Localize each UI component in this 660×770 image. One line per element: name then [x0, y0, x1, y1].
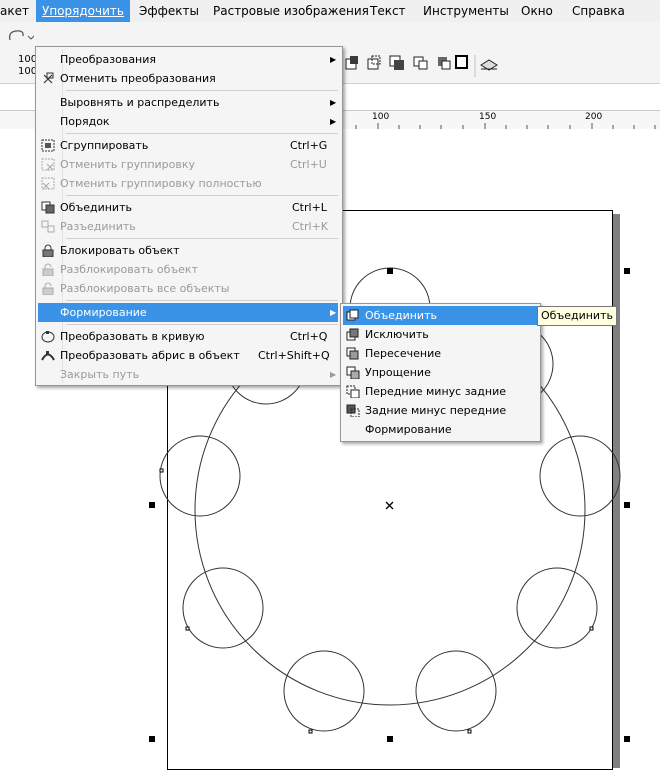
menu-item-label: Пересечение: [365, 347, 441, 360]
menu-item-label: Передние минус задние: [365, 385, 506, 398]
menu-item-align-distribute[interactable]: Выровнять и распределить ▶: [38, 93, 338, 112]
submenu-arrow-icon: ▶: [330, 370, 337, 379]
menu-item-shortcut: Ctrl+Q: [290, 330, 328, 343]
submenu-item-weld[interactable]: Объединить: [343, 306, 538, 325]
back-minus-front-icon: [346, 404, 360, 417]
menu-separator: [66, 300, 338, 301]
menu-item-label: Выровнять и распределить: [60, 96, 220, 109]
menu-item-label: Объединить: [60, 201, 132, 214]
menu-item-label: Отменить группировку полностью: [60, 177, 262, 190]
menu-item-ungroup-all[interactable]: Отменить группировку полностью: [38, 174, 338, 193]
menu-item-shortcut: Ctrl+G: [290, 139, 328, 152]
arrange-menu: Преобразования ▶ Отменить преобразования…: [35, 46, 343, 386]
submenu-arrow-icon: ▶: [330, 117, 337, 126]
menu-item-label: Отменить преобразования: [60, 72, 216, 85]
small-circle[interactable]: [182, 567, 264, 649]
menu-item-convert-to-curves[interactable]: Преобразовать в кривую Ctrl+Q: [38, 327, 338, 346]
menu-item-label: Разблокировать объект: [60, 263, 198, 276]
menu-item-label: Преобразовать в кривую: [60, 330, 205, 343]
menu-separator: [66, 133, 338, 134]
menu-item-break-apart[interactable]: Разъединить Ctrl+K: [38, 217, 338, 236]
menu-separator: [66, 90, 338, 91]
intersect-icon: [346, 347, 359, 360]
menu-item-outline-to-object[interactable]: Преобразовать абрис в объект Ctrl+Shift+…: [38, 346, 338, 365]
menu-item-label: Исключить: [365, 328, 429, 341]
submenu-arrow-icon: ▶: [330, 308, 337, 317]
small-circle[interactable]: [415, 650, 497, 732]
menu-item-label: Сгруппировать: [60, 139, 149, 152]
outline-to-object-icon: [41, 351, 55, 361]
menu-item-transformations[interactable]: Преобразования ▶: [38, 50, 338, 69]
small-circle[interactable]: [539, 435, 621, 517]
combine-icon: [41, 201, 55, 214]
menu-separator: [66, 238, 338, 239]
node-points: [159, 468, 594, 734]
menu-item-combine[interactable]: Объединить Ctrl+L: [38, 198, 338, 217]
menu-item-label: Формирование: [365, 423, 452, 436]
submenu-item-intersect[interactable]: Пересечение: [343, 344, 538, 363]
shaping-submenu: Объединить Исключить Пересечение Упрощен…: [340, 303, 541, 442]
clear-transform-icon: [43, 72, 54, 84]
menu-item-shortcut: Ctrl+L: [292, 201, 327, 214]
group-icon: [41, 139, 55, 152]
menu-separator: [66, 195, 338, 196]
submenu-item-trim[interactable]: Исключить: [343, 325, 538, 344]
front-minus-back-icon: [346, 385, 360, 398]
menu-item-label: Блокировать объект: [60, 244, 180, 257]
menu-item-group[interactable]: Сгруппировать Ctrl+G: [38, 136, 338, 155]
menu-item-lock-object[interactable]: Блокировать объект: [38, 241, 338, 260]
convert-to-curves-icon: [41, 331, 55, 343]
submenu-item-back-minus-front[interactable]: Задние минус передние: [343, 401, 538, 420]
ungroup-icon: [41, 158, 55, 171]
menu-item-close-path[interactable]: Закрыть путь ▶: [38, 365, 338, 384]
menu-item-label: Закрыть путь: [60, 368, 140, 381]
menu-item-label: Разблокировать все объекты: [60, 282, 230, 295]
menu-item-label: Порядок: [60, 115, 110, 128]
submenu-item-simplify[interactable]: Упрощение: [343, 363, 538, 382]
menu-item-ungroup[interactable]: Отменить группировку Ctrl+U: [38, 155, 338, 174]
lock-icon: [42, 244, 54, 257]
menu-item-clear-transformations[interactable]: Отменить преобразования: [38, 69, 338, 88]
break-apart-icon: [41, 220, 55, 233]
menu-item-unlock-all[interactable]: Разблокировать все объекты: [38, 279, 338, 298]
submenu-arrow-icon: ▶: [330, 55, 337, 64]
menu-item-shaping[interactable]: Формирование ▶: [38, 303, 338, 322]
unlock-icon: [42, 263, 54, 276]
menu-item-label: Разъединить: [60, 220, 136, 233]
menu-item-unlock-object[interactable]: Разблокировать объект: [38, 260, 338, 279]
menu-item-label: Задние минус передние: [365, 404, 507, 417]
menu-item-label: Упрощение: [365, 366, 431, 379]
weld-tooltip: Объединить: [537, 306, 617, 326]
menu-item-label: Формирование: [60, 306, 147, 319]
menu-item-label: Объединить: [365, 309, 437, 322]
menu-item-shortcut: Ctrl+Shift+Q: [258, 349, 330, 362]
center-marker-icon: [385, 501, 394, 510]
submenu-item-front-minus-back[interactable]: Передние минус задние: [343, 382, 538, 401]
trim-icon: [346, 328, 359, 341]
submenu-item-shaping[interactable]: Формирование: [343, 420, 538, 439]
unlock-all-icon: [42, 282, 54, 295]
simplify-icon: [346, 366, 360, 379]
ungroup-all-icon: [41, 177, 55, 190]
menu-item-order[interactable]: Порядок ▶: [38, 112, 338, 131]
small-circle[interactable]: [159, 435, 241, 517]
menu-item-label: Преобразования: [60, 53, 157, 66]
small-circle[interactable]: [283, 650, 365, 732]
menu-item-label: Преобразовать абрис в объект: [60, 349, 240, 362]
menu-item-shortcut: Ctrl+U: [290, 158, 327, 171]
small-circle[interactable]: [516, 567, 598, 649]
weld-icon: [346, 309, 359, 321]
menu-item-label: Отменить группировку: [60, 158, 196, 171]
menu-item-shortcut: Ctrl+K: [292, 220, 329, 233]
menu-separator: [66, 324, 338, 325]
submenu-arrow-icon: ▶: [330, 98, 337, 107]
